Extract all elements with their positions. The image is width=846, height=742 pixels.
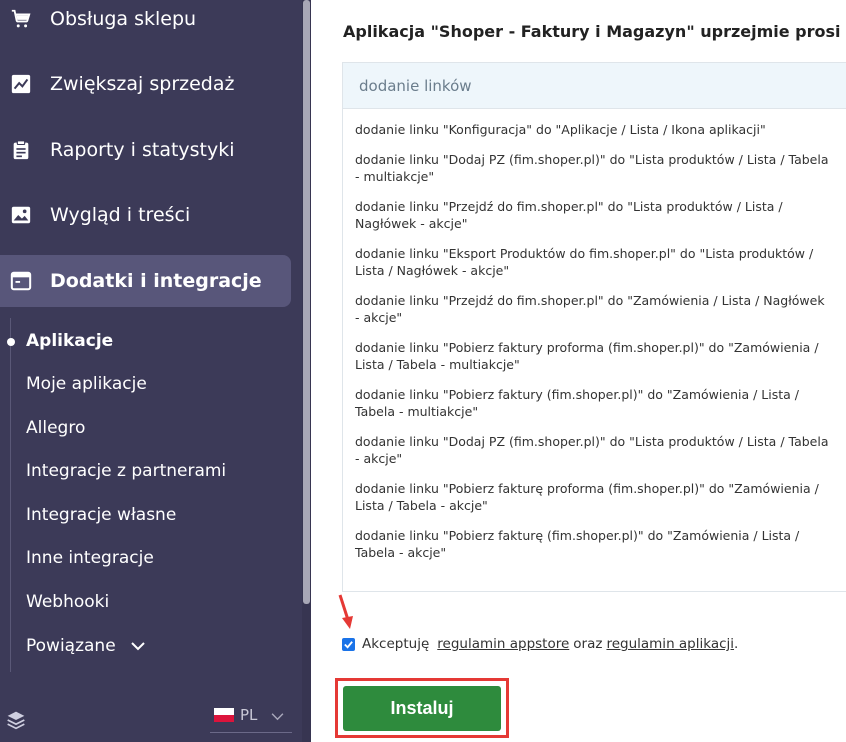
subnav-item-webhooki[interactable]: Webhooki xyxy=(26,592,109,612)
accept-prefix: Akceptuję xyxy=(362,636,430,652)
terms-acceptance: Akceptuję regulamin appstore oraz regula… xyxy=(342,636,738,652)
nav-item-zwiekszaj-sprzedaz[interactable]: Zwiększaj sprzedaż xyxy=(0,58,291,110)
permission-item: dodanie linku "Eksport Produktów do fim.… xyxy=(355,246,814,278)
subnav-item-integracje-wlasne[interactable]: Integracje własne xyxy=(26,505,176,525)
nav-label: Obsługa sklepu xyxy=(50,8,197,30)
permission-item: dodanie linku "Dodaj PZ (fim.shoper.pl)"… xyxy=(355,434,829,466)
sidebar: Obsługa sklepu Zwiększaj sprzedaż Raport… xyxy=(0,0,311,742)
subnav-item-powiazane[interactable]: Powiązane xyxy=(26,636,145,656)
nav-item-raporty[interactable]: Raporty i statystyki xyxy=(0,124,291,176)
clipboard-icon xyxy=(10,139,32,161)
subnav-label: Powiązane xyxy=(26,636,116,656)
subnav-item-moje-aplikacje[interactable]: Moje aplikacje xyxy=(26,374,147,394)
page-title: Aplikacja "Shoper - Faktury i Magazyn" u… xyxy=(343,22,846,41)
permission-item: dodanie linku "Dodaj PZ (fim.shoper.pl)"… xyxy=(355,152,829,184)
nav-label: Zwiększaj sprzedaż xyxy=(50,73,235,95)
permission-item: dodanie linku "Pobierz faktury (fim.shop… xyxy=(355,387,799,419)
nav-label: Raporty i statystyki xyxy=(50,139,235,161)
permission-item: dodanie linku "Pobierz fakturę (fim.shop… xyxy=(355,528,800,560)
cart-icon xyxy=(10,8,32,30)
chevron-down-icon xyxy=(271,706,284,725)
app-terms-link[interactable]: regulamin aplikacji xyxy=(606,636,734,652)
subnav-item-aplikacje[interactable]: Aplikacje xyxy=(26,331,113,351)
trend-chart-icon xyxy=(10,73,32,95)
accept-terms-checkbox[interactable] xyxy=(342,637,355,651)
image-icon xyxy=(10,204,32,226)
permissions-header: dodanie linków xyxy=(343,63,846,109)
poland-flag-icon xyxy=(214,708,234,722)
install-button[interactable]: Instaluj xyxy=(343,686,501,731)
nav-item-dodatki[interactable]: Dodatki i integracje xyxy=(0,255,291,307)
language-code: PL xyxy=(240,706,258,724)
window-icon xyxy=(10,270,32,292)
accept-middle: oraz xyxy=(573,636,603,652)
nav-item-wyglad[interactable]: Wygląd i treści xyxy=(0,189,291,241)
permission-item: dodanie linku "Pobierz fakturę proforma … xyxy=(355,481,819,513)
red-arrow-annotation-icon xyxy=(337,593,355,635)
chevron-down-icon xyxy=(131,636,145,656)
subnav-item-allegro[interactable]: Allegro xyxy=(26,418,85,438)
main-content: Aplikacja "Shoper - Faktury i Magazyn" u… xyxy=(311,0,846,742)
permission-item: dodanie linku "Przejdź do fim.shoper.pl"… xyxy=(355,199,783,231)
permissions-box: dodanie linków dodanie linku "Konfigurac… xyxy=(342,62,846,592)
nav-item-obsluga-sklepu[interactable]: Obsługa sklepu xyxy=(0,0,291,45)
subnav xyxy=(10,318,291,672)
appstore-terms-link[interactable]: regulamin appstore xyxy=(437,636,569,652)
layers-icon[interactable] xyxy=(6,710,26,734)
sidebar-footer: PL xyxy=(0,692,302,742)
permissions-list: dodanie linku "Konfiguracja" do "Aplikac… xyxy=(343,109,846,561)
subnav-item-inne-integracje[interactable]: Inne integracje xyxy=(26,548,154,568)
subnav-item-integracje-partnerami[interactable]: Integracje z partnerami xyxy=(26,461,226,481)
language-selector[interactable]: PL xyxy=(210,704,292,733)
nav-label: Wygląd i treści xyxy=(50,204,191,226)
nav-label: Dodatki i integracje xyxy=(50,270,262,292)
accept-suffix: . xyxy=(734,636,739,652)
permission-item: dodanie linku "Przejdź do fim.shoper.pl"… xyxy=(355,293,825,325)
active-dot xyxy=(7,338,15,346)
sidebar-scrollbar-thumb[interactable] xyxy=(303,0,310,604)
permission-item: dodanie linku "Konfiguracja" do "Aplikac… xyxy=(355,122,766,137)
permission-item: dodanie linku "Pobierz faktury proforma … xyxy=(355,340,819,372)
